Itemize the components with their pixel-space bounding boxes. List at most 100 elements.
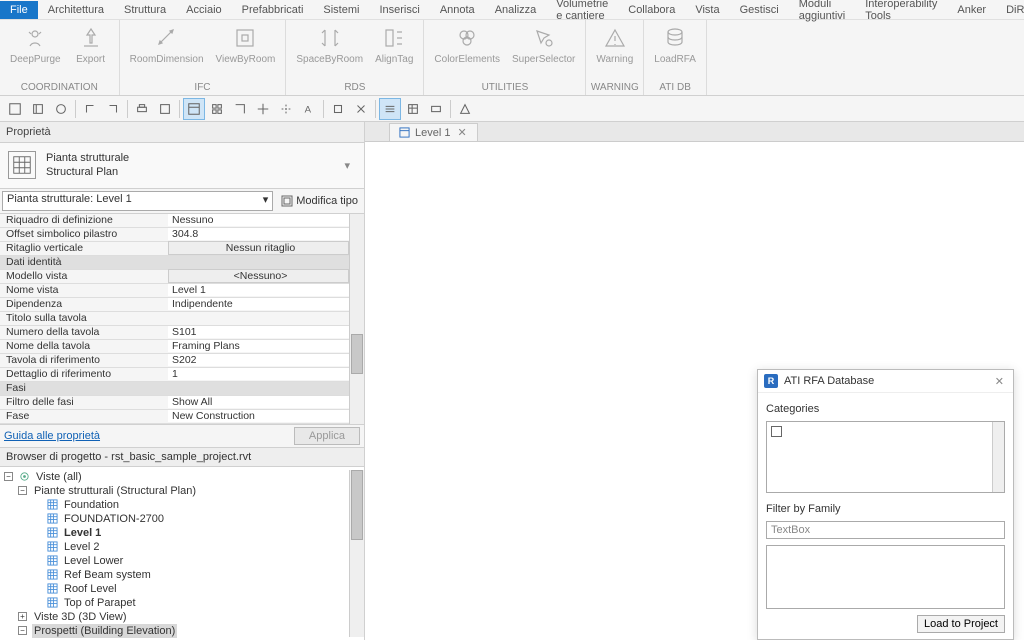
property-value[interactable]: S101 — [168, 326, 349, 338]
property-row[interactable]: Dettaglio di riferimento1 — [0, 368, 349, 382]
edit-type-button[interactable]: Modifica tipo — [275, 193, 364, 209]
dialog-close-icon[interactable]: ✕ — [992, 375, 1007, 388]
qat-btn-active[interactable] — [183, 98, 205, 120]
qat-btn[interactable] — [402, 98, 424, 120]
tree-leaf[interactable]: Level 1 — [32, 526, 349, 540]
qat-btn[interactable] — [252, 98, 274, 120]
property-row[interactable]: Numero della tavolaS101 — [0, 326, 349, 340]
ribbon-spacebyroom[interactable]: SpaceByRoom — [290, 20, 369, 67]
property-row[interactable]: Nome della tavolaFraming Plans — [0, 340, 349, 354]
menu-item-collabora[interactable]: Collabora — [618, 1, 685, 19]
type-dropdown-arrow[interactable]: ▾ — [338, 159, 356, 172]
ribbon-roomdimension[interactable]: RoomDimension — [124, 20, 210, 67]
property-row[interactable]: DipendenzaIndipendente — [0, 298, 349, 312]
dialog-app-icon: R — [764, 374, 778, 388]
property-row[interactable]: Nome vistaLevel 1 — [0, 284, 349, 298]
property-row[interactable]: Tavola di riferimentoS202 — [0, 354, 349, 368]
property-value[interactable]: Show All — [168, 396, 349, 408]
menu-item-struttura[interactable]: Struttura — [114, 1, 176, 19]
property-row[interactable]: Filtro delle fasiShow All — [0, 396, 349, 410]
tree-leaf[interactable]: Level Lower — [32, 554, 349, 568]
family-listbox[interactable] — [766, 545, 1005, 609]
property-value[interactable]: Level 1 — [168, 284, 349, 296]
menu-item-architettura[interactable]: Architettura — [38, 1, 114, 19]
qat-btn[interactable] — [206, 98, 228, 120]
tree-leaf[interactable]: Roof Level — [32, 582, 349, 596]
load-to-project-button[interactable]: Load to Project — [917, 615, 1005, 633]
qat-btn[interactable] — [50, 98, 72, 120]
menu-item-gestisci[interactable]: Gestisci — [730, 1, 789, 19]
menu-item-sistemi[interactable]: Sistemi — [313, 1, 369, 19]
ribbon-viewbyroom[interactable]: ViewByRoom — [210, 20, 282, 67]
qat-btn[interactable] — [350, 98, 372, 120]
qat-btn[interactable] — [102, 98, 124, 120]
tree-group[interactable]: +Viste 3D (3D View) — [18, 610, 349, 624]
property-row[interactable]: Titolo sulla tavola — [0, 312, 349, 326]
ribbon-deeppurge[interactable]: DeepPurge — [4, 20, 67, 67]
categories-listbox[interactable] — [766, 421, 1005, 493]
category-checkbox[interactable] — [771, 426, 782, 437]
menu-item-anker[interactable]: Anker — [947, 1, 996, 19]
property-value[interactable]: <Nessuno> — [168, 269, 349, 283]
tree-leaf[interactable]: Foundation — [32, 498, 349, 512]
menu-item-moduli aggiuntivi[interactable]: Moduli aggiuntivi — [789, 0, 855, 25]
qat-btn[interactable] — [27, 98, 49, 120]
property-value[interactable]: Indipendente — [168, 298, 349, 310]
family-filter-input[interactable] — [766, 521, 1005, 539]
menu-item-acciaio[interactable]: Acciaio — [176, 1, 231, 19]
qat-btn[interactable] — [327, 98, 349, 120]
tree-leaf[interactable]: FOUNDATION-2700 — [32, 512, 349, 526]
menu-item-analizza[interactable]: Analizza — [485, 1, 547, 19]
qat-text[interactable]: A — [298, 98, 320, 120]
menu-item-inserisci[interactable]: Inserisci — [369, 1, 429, 19]
menu-item-annota[interactable]: Annota — [430, 1, 485, 19]
qat-btn[interactable] — [79, 98, 101, 120]
qat-btn[interactable] — [154, 98, 176, 120]
tree-leaf[interactable]: Level 2 — [32, 540, 349, 554]
property-row[interactable]: Riquadro di definizioneNessuno — [0, 214, 349, 228]
ribbon-warning[interactable]: Warning — [590, 20, 639, 67]
property-value[interactable]: S202 — [168, 354, 349, 366]
project-browser-tree[interactable]: −Viste (all) −Piante strutturali (Struct… — [0, 467, 364, 640]
property-value[interactable]: 304.8 — [168, 228, 349, 240]
property-row[interactable]: FaseNew Construction — [0, 410, 349, 424]
menu-item-vista[interactable]: Vista — [685, 1, 729, 19]
listbox-scrollbar[interactable] — [992, 422, 1004, 492]
properties-help-link[interactable]: Guida alle proprietà — [4, 430, 100, 442]
tree-root[interactable]: −Viste (all) — [4, 470, 349, 484]
tree-group[interactable]: −Prospetti (Building Elevation) — [18, 624, 349, 638]
qat-btn[interactable] — [4, 98, 26, 120]
menu-item-dirootsone[interactable]: DiRootsOne — [996, 1, 1024, 19]
properties-scrollbar[interactable] — [349, 214, 364, 424]
property-row[interactable]: Offset simbolico pilastro304.8 — [0, 228, 349, 242]
qat-btn[interactable] — [454, 98, 476, 120]
tree-group[interactable]: −Piante strutturali (Structural Plan) — [18, 484, 349, 498]
property-value[interactable]: 1 — [168, 368, 349, 380]
property-value[interactable]: Framing Plans — [168, 340, 349, 352]
property-row[interactable]: Ritaglio verticaleNessun ritaglio — [0, 242, 349, 256]
qat-btn[interactable] — [425, 98, 447, 120]
qat-print[interactable] — [131, 98, 153, 120]
apply-button[interactable]: Applica — [294, 427, 360, 445]
ribbon-colorelements[interactable]: ColorElements — [428, 20, 506, 67]
qat-btn[interactable] — [229, 98, 251, 120]
ribbon-superselector[interactable]: SuperSelector — [506, 20, 581, 67]
ribbon-loadrfa[interactable]: LoadRFA — [648, 20, 702, 67]
qat-btn-active[interactable] — [379, 98, 401, 120]
property-row[interactable]: Modello vista<Nessuno> — [0, 270, 349, 284]
type-selector[interactable]: Pianta strutturale: Level 1 ▾ — [2, 191, 273, 211]
browser-scrollbar[interactable] — [349, 470, 364, 637]
close-tab-icon[interactable]: ✕ — [455, 126, 468, 139]
qat-btn[interactable] — [275, 98, 297, 120]
property-value[interactable]: Nessun ritaglio — [168, 241, 349, 255]
tree-leaf[interactable]: Ref Beam system — [32, 568, 349, 582]
property-value[interactable]: Nessuno — [168, 214, 349, 226]
menu-item-prefabbricati[interactable]: Prefabbricati — [232, 1, 314, 19]
ribbon-aligntag[interactable]: AlignTag — [369, 20, 419, 67]
menu-item-file[interactable]: File — [0, 1, 38, 19]
tree-leaf[interactable]: Top of Parapet — [32, 596, 349, 610]
menu-item-interoperability tools[interactable]: Interoperability Tools — [855, 0, 947, 25]
property-value[interactable]: New Construction — [168, 410, 349, 422]
view-tab[interactable]: Level 1 ✕ — [389, 123, 478, 141]
ribbon-export[interactable]: Export — [67, 20, 115, 67]
